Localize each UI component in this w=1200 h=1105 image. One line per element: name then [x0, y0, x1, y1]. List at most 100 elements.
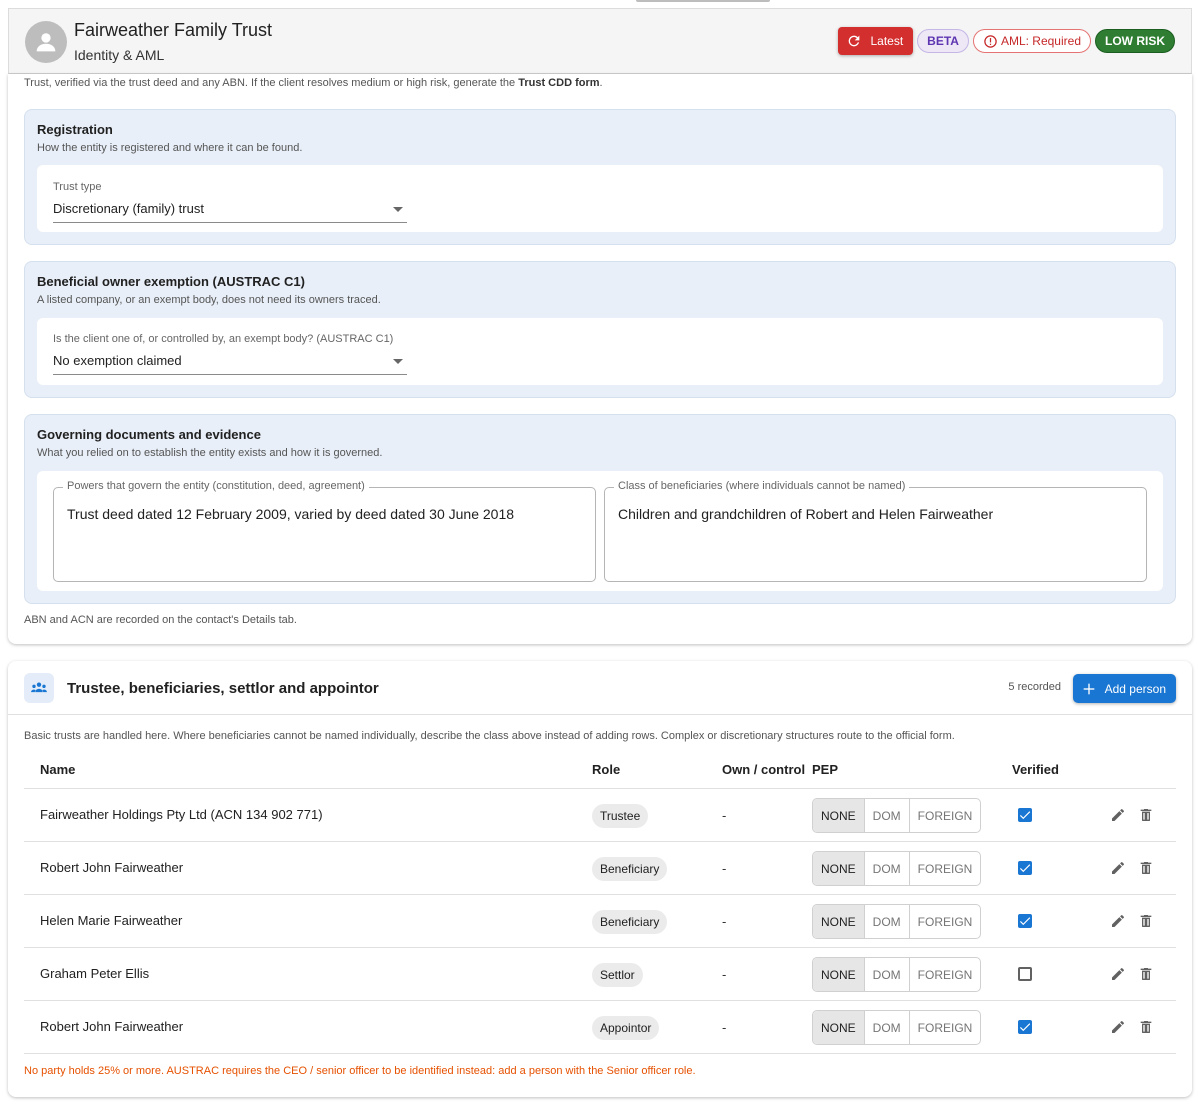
pep-toggle-group: NONE DOM FOREIGN: [812, 798, 982, 833]
verified-checkbox[interactable]: [1018, 808, 1032, 822]
section-title: Beneficial owner exemption (AUSTRAC C1): [37, 274, 305, 289]
pep-option-foreign[interactable]: FOREIGN: [908, 905, 981, 938]
status-chips: Latest BETA AML: Required LOW RISK: [838, 27, 1175, 55]
verified-checkbox[interactable]: [1018, 967, 1032, 981]
people-card-header: Trustee, beneficiaries, settlor and appo…: [8, 661, 1192, 715]
edit-icon[interactable]: [1110, 1019, 1126, 1035]
role-badge: Beneficiary: [592, 910, 668, 934]
pep-option-dom[interactable]: DOM: [863, 958, 909, 991]
column-verified: Verified: [1012, 762, 1059, 777]
page-subtitle: Identity & AML: [74, 47, 165, 63]
page-title: Fairweather Family Trust: [74, 20, 273, 40]
aml-status-label: AML: Required: [1000, 34, 1081, 48]
own-control-value: -: [722, 1020, 727, 1035]
edit-icon[interactable]: [1110, 913, 1126, 929]
people-note: Basic trusts are handled here. Where ben…: [24, 730, 955, 742]
pep-option-none[interactable]: NONE: [813, 958, 864, 991]
edit-icon[interactable]: [1110, 966, 1126, 982]
recorded-count: 5 recorded: [1008, 681, 1061, 693]
trust-type-label: Trust type: [53, 181, 102, 193]
section-description: How the entity is registered and where i…: [37, 142, 303, 154]
table-row: Robert John Fairweather Appointor - NONE…: [24, 1001, 1176, 1054]
role-badge: Appointor: [592, 1016, 660, 1040]
pep-option-none[interactable]: NONE: [813, 905, 864, 938]
people-card-title: Trustee, beneficiaries, settlor and appo…: [67, 680, 379, 697]
add-person-label: Add person: [1104, 681, 1166, 696]
edit-icon[interactable]: [1110, 807, 1126, 823]
column-own-control: Own / control: [722, 762, 806, 777]
intro-text: Trust, verified via the trust deed and a…: [24, 77, 603, 89]
refresh-icon: [849, 35, 860, 47]
role-badge: Trustee: [592, 804, 649, 828]
delete-icon[interactable]: [1138, 913, 1154, 929]
dropdown-arrow-icon: [393, 207, 403, 212]
section-body: Powers that govern the entity (constitut…: [37, 471, 1163, 591]
abn-note: ABN and ACN are recorded on the contact'…: [24, 614, 297, 626]
pep-option-foreign[interactable]: FOREIGN: [908, 799, 981, 832]
beta-badge: BETA: [917, 29, 969, 53]
pep-option-dom[interactable]: DOM: [863, 905, 909, 938]
delete-icon[interactable]: [1138, 966, 1154, 982]
beneficiary-class-textarea[interactable]: Class of beneficiaries (where individual…: [604, 480, 1147, 582]
entity-details-card: Trust, verified via the trust deed and a…: [8, 74, 1192, 644]
check-icon: [1019, 864, 1031, 873]
pep-option-foreign[interactable]: FOREIGN: [908, 958, 981, 991]
alert-icon: [984, 34, 997, 48]
section-description: A listed company, or an exempt body, doe…: [37, 294, 381, 306]
exemption-section: Beneficial owner exemption (AUSTRAC C1) …: [24, 261, 1176, 398]
pep-toggle-group: NONE DOM FOREIGN: [812, 1010, 982, 1045]
own-control-value: -: [722, 861, 727, 876]
pep-option-dom[interactable]: DOM: [863, 852, 909, 885]
pep-option-none[interactable]: NONE: [813, 799, 864, 832]
latest-label: Latest: [870, 34, 904, 48]
section-description: What you relied on to establish the enti…: [37, 447, 383, 459]
pep-toggle-group: NONE DOM FOREIGN: [812, 904, 982, 939]
latest-button[interactable]: Latest: [838, 27, 914, 55]
person-name: Graham Peter Ellis: [40, 966, 150, 981]
risk-badge: LOW RISK: [1095, 29, 1175, 53]
pep-option-foreign[interactable]: FOREIGN: [908, 852, 981, 885]
table-row: Fairweather Holdings Pty Ltd (ACN 134 90…: [24, 789, 1176, 842]
verified-checkbox[interactable]: [1018, 914, 1032, 928]
people-card: Trustee, beneficiaries, settlor and appo…: [8, 661, 1192, 1097]
pep-option-dom[interactable]: DOM: [863, 1011, 909, 1044]
pep-option-dom[interactable]: DOM: [863, 799, 909, 832]
table-header: Name Role Own / control PEP Verified: [24, 757, 1176, 789]
own-control-value: -: [722, 914, 727, 929]
top-tab-handle: [636, 0, 770, 2]
people-icon: [24, 673, 54, 703]
contact-header: Fairweather Family Trust Identity & AML …: [8, 8, 1192, 74]
verified-checkbox[interactable]: [1018, 861, 1032, 875]
pep-toggle-group: NONE DOM FOREIGN: [812, 957, 982, 992]
governing-documents-section: Governing documents and evidence What yo…: [24, 414, 1176, 604]
table-row: Graham Peter Ellis Settlor - NONE DOM FO…: [24, 948, 1176, 1001]
pep-option-none[interactable]: NONE: [813, 1011, 864, 1044]
trust-type-select[interactable]: Discretionary (family) trust: [53, 201, 407, 223]
delete-icon[interactable]: [1138, 860, 1154, 876]
table-row: Robert John Fairweather Beneficiary - NO…: [24, 842, 1176, 895]
delete-icon[interactable]: [1138, 1019, 1154, 1035]
check-icon: [1019, 1023, 1031, 1032]
own-control-value: -: [722, 808, 727, 823]
verified-checkbox[interactable]: [1018, 1020, 1032, 1034]
pep-option-foreign[interactable]: FOREIGN: [908, 1011, 981, 1044]
pep-option-none[interactable]: NONE: [813, 852, 864, 885]
aml-status-badge: AML: Required: [972, 29, 1091, 53]
column-name: Name: [40, 762, 76, 777]
powers-label: Powers that govern the entity (constitut…: [63, 480, 369, 492]
own-control-value: -: [722, 967, 727, 982]
person-name: Helen Marie Fairweather: [40, 913, 183, 928]
powers-value: Trust deed dated 12 February 2009, varie…: [67, 506, 515, 522]
person-name: Robert John Fairweather: [40, 860, 184, 875]
section-body: Is the client one of, or controlled by, …: [37, 318, 1163, 385]
trust-cdd-form-link: Trust CDD form: [518, 77, 600, 89]
delete-icon[interactable]: [1138, 807, 1154, 823]
dropdown-arrow-icon: [393, 359, 403, 364]
exemption-select[interactable]: No exemption claimed: [53, 353, 407, 375]
column-pep: PEP: [812, 762, 839, 777]
check-icon: [1019, 917, 1031, 926]
section-title: Governing documents and evidence: [37, 427, 261, 442]
edit-icon[interactable]: [1110, 860, 1126, 876]
powers-textarea[interactable]: Powers that govern the entity (constitut…: [53, 480, 596, 582]
add-person-button[interactable]: Add person: [1072, 674, 1176, 703]
